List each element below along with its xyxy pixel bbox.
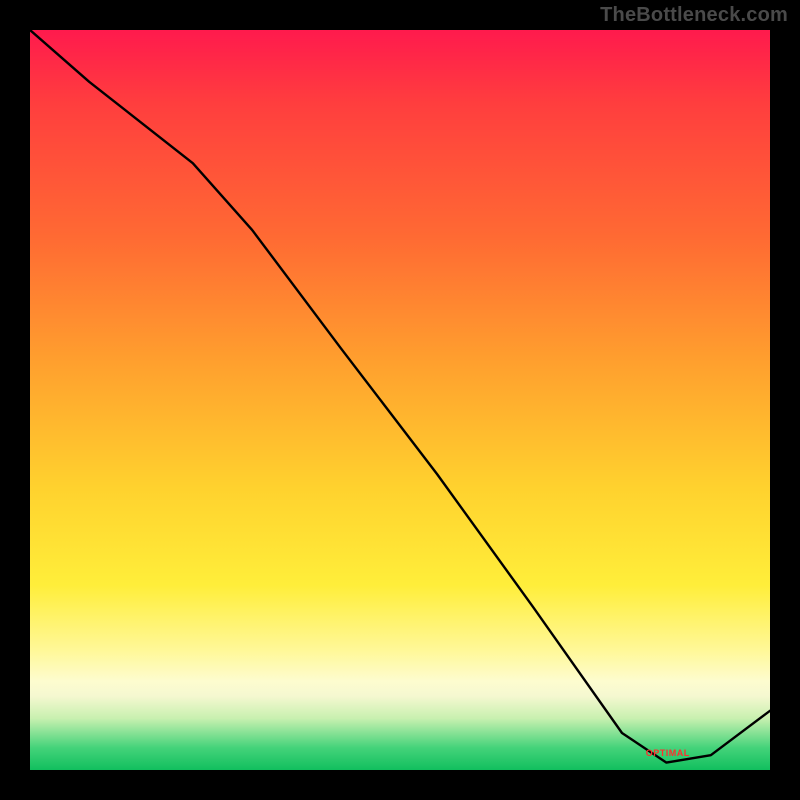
- bottleneck-curve: [30, 30, 770, 770]
- plot-area: OPTIMAL: [30, 30, 770, 770]
- chart-frame: TheBottleneck.com OPTIMAL: [0, 0, 800, 800]
- optimal-marker: OPTIMAL: [646, 748, 690, 758]
- watermark-text: TheBottleneck.com: [600, 4, 788, 27]
